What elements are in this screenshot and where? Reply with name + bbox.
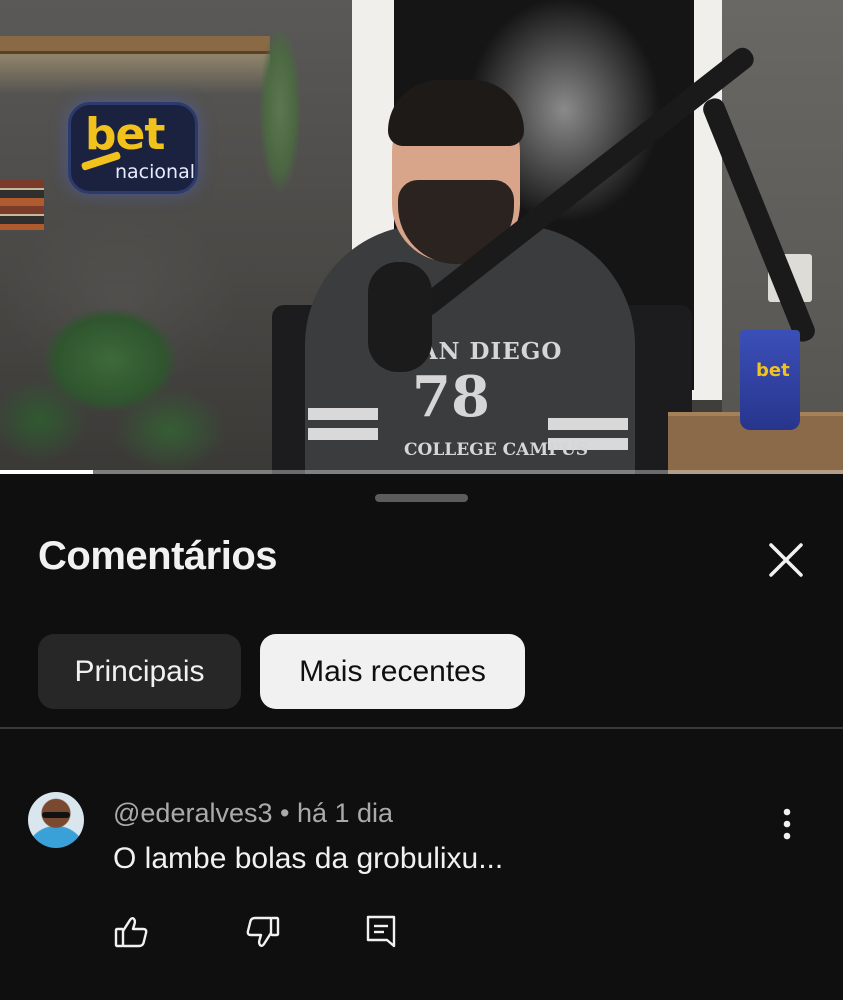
close-icon[interactable] [762, 536, 810, 584]
sleeve-stripe [308, 428, 378, 440]
floor-plant [0, 280, 240, 474]
comment-item: @ederalves3 • há 1 dia O lambe bolas da … [0, 784, 843, 964]
person-hair [388, 80, 524, 146]
thumbs-up-icon[interactable] [112, 912, 152, 952]
shelf-light [0, 54, 270, 94]
reply-icon[interactable] [362, 912, 402, 952]
sleeve-stripe [548, 418, 628, 430]
filter-chip-principais[interactable]: Principais [38, 634, 241, 709]
avatar-glasses [42, 812, 70, 818]
comment-author[interactable]: @ederalves3 [113, 798, 273, 828]
comments-sheet: Comentários Principais Mais recentes @ed… [0, 474, 843, 1000]
sheet-title: Comentários [38, 534, 278, 578]
avatar[interactable] [28, 792, 84, 848]
shirt-print-bottom: COLLEGE CAMPUS [404, 440, 589, 460]
video-player[interactable]: bet nacional SAN DIEGO 78 COLLEGE CAMPUS… [0, 0, 843, 474]
thumbs-down-icon[interactable] [242, 912, 282, 952]
brand-sign-text: bet [85, 109, 165, 160]
microphone [368, 262, 432, 372]
filter-chip-mais-recentes[interactable]: Mais recentes [260, 634, 525, 709]
books [0, 180, 44, 230]
comment-text: O lambe bolas da grobulixu... [113, 842, 504, 875]
wall-shelf [0, 36, 270, 54]
sleeve-stripe [308, 408, 378, 420]
divider [0, 727, 843, 729]
brand-sign-subtext: nacional [115, 161, 195, 183]
meta-separator: • [280, 798, 290, 828]
shirt-print-number: 78 [412, 364, 490, 430]
comment-meta: @ederalves3 • há 1 dia [113, 798, 393, 829]
drag-handle[interactable] [375, 494, 468, 502]
cup-logo: bet [756, 360, 790, 381]
comment-age: há 1 dia [296, 798, 394, 828]
brand-sign-logo: bet nacional [68, 102, 198, 194]
hanging-plant [240, 0, 320, 250]
more-vertical-icon[interactable] [772, 804, 802, 844]
